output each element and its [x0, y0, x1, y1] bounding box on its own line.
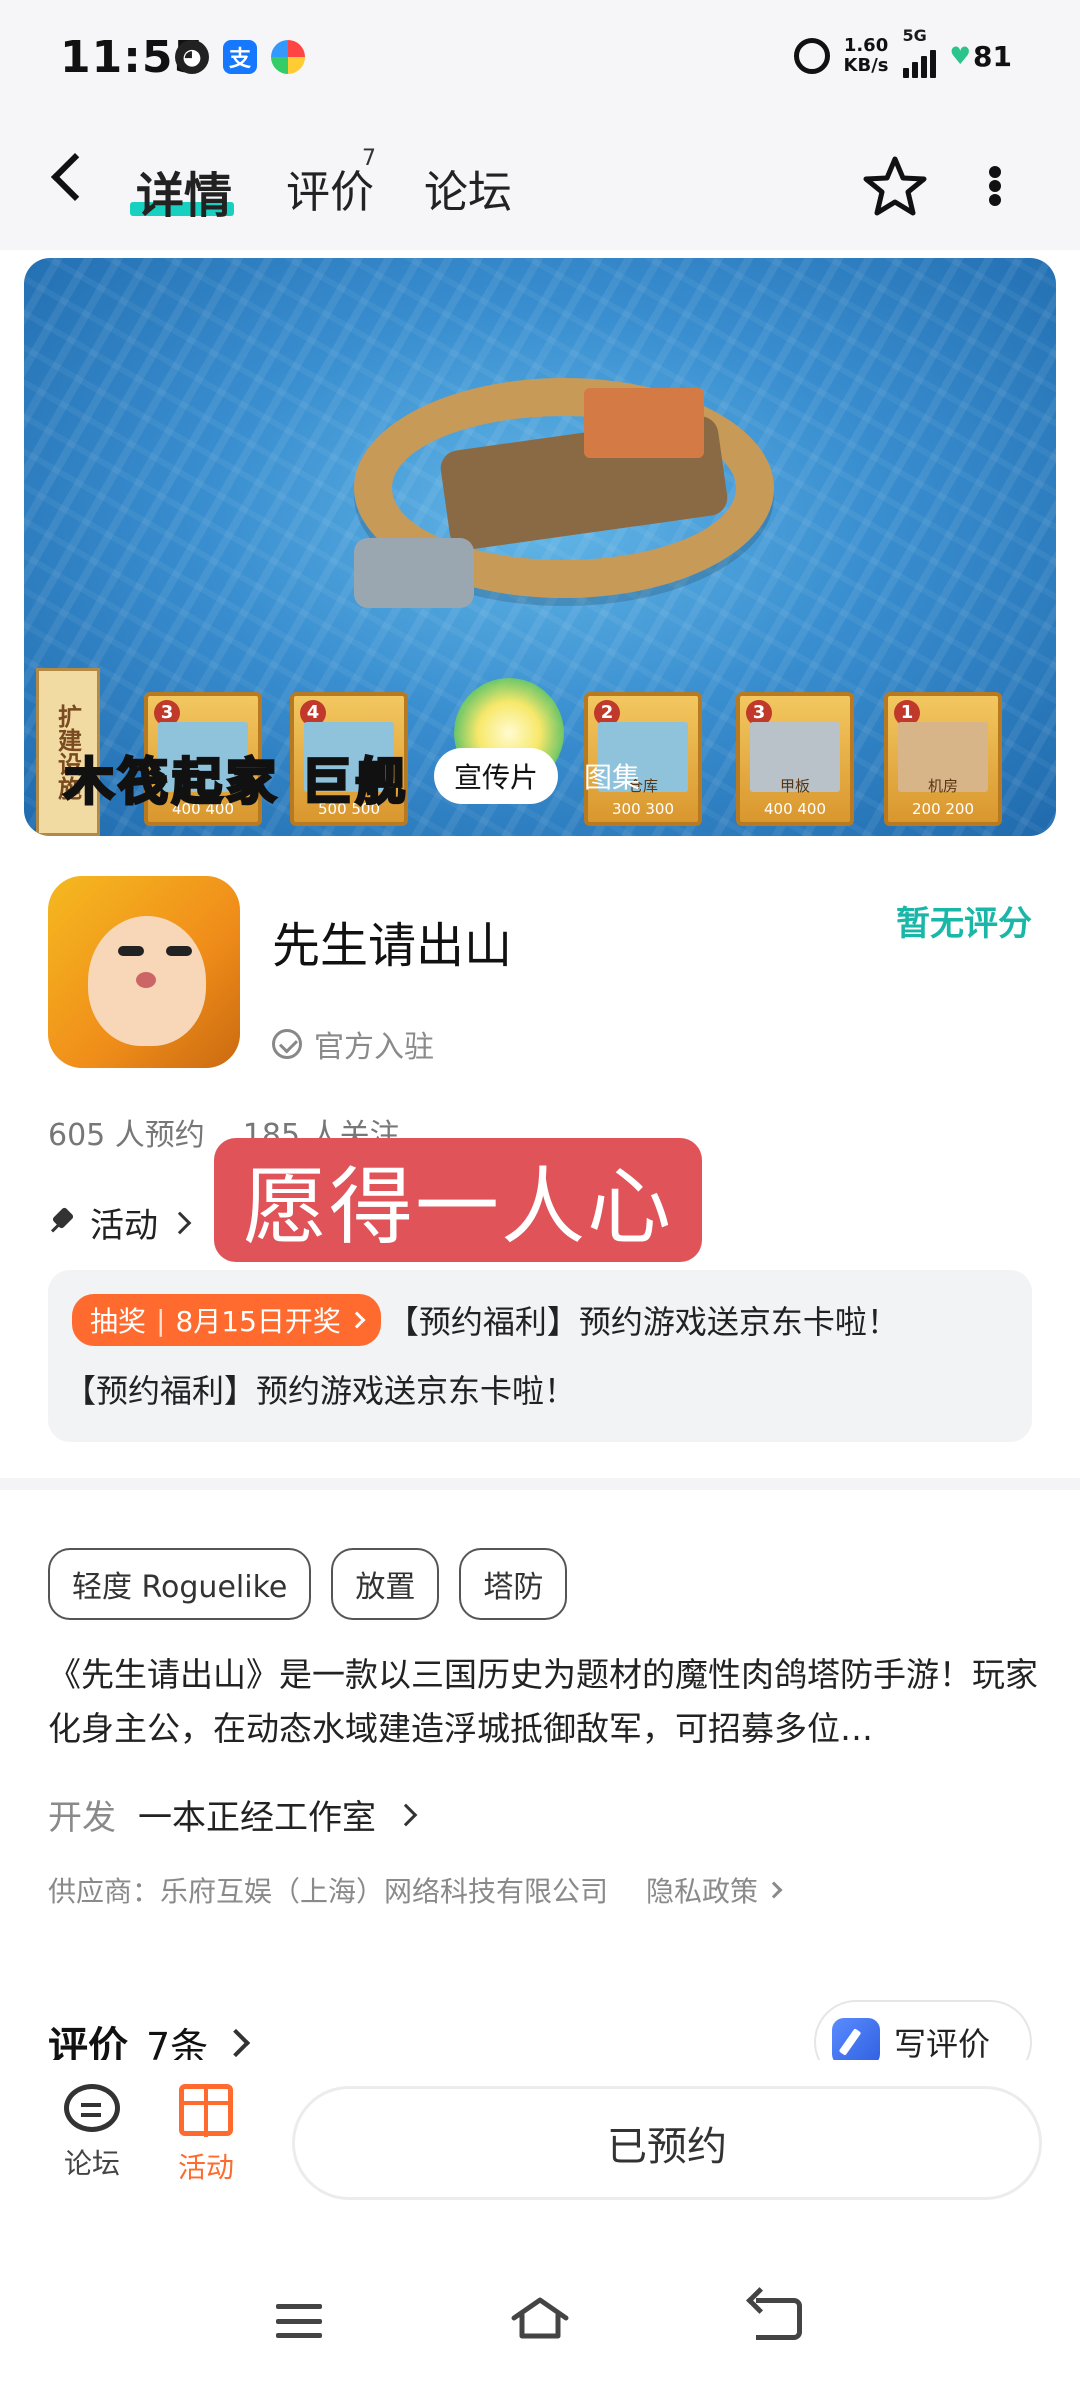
home-icon[interactable] — [510, 2296, 570, 2340]
chevron-right-icon — [765, 1881, 783, 1899]
official-badge: 官方入驻 — [272, 1022, 434, 1066]
card-label: 机房 — [927, 777, 958, 795]
rating-status: 暂无评分 — [896, 904, 1032, 944]
building-card: 3 400 400 甲板 — [736, 692, 854, 826]
chevron-right-icon — [222, 2028, 251, 2058]
promo-line-1: 抽奖 | 8月15日开奖 【预约福利】预约游戏送京东卡啦！ — [72, 1294, 899, 1346]
privacy-policy-link[interactable]: 隐私政策 — [646, 1870, 783, 1910]
chevron-right-icon — [168, 1211, 192, 1234]
app-icon-eye — [118, 946, 144, 956]
media-toggle: 宣传片 图集 — [434, 748, 640, 804]
developer-name: 一本正经工作室 — [138, 1798, 376, 1838]
hero-caption-text: 筏起家 巨舰 — [116, 752, 410, 813]
status-bar: 11:55 ◕ 支 1.60 KB/s 5G ♥ 81 — [0, 0, 1080, 110]
promo-title: 【预约福利】预约游戏送京东卡啦！ — [386, 1303, 899, 1341]
tag-idle[interactable]: 放置 — [331, 1548, 440, 1620]
developer-label: 开发 — [48, 1798, 116, 1838]
net-speed-value: 1.60 — [843, 35, 889, 56]
recent-apps-icon[interactable] — [276, 2304, 322, 2338]
hero-media[interactable]: 扩建设施 3 400 400 4 500 500 2 300 300 仓库 3 … — [24, 258, 1056, 836]
system-nav-bar — [0, 2260, 1080, 2400]
section-divider — [0, 1478, 1080, 1490]
card-cost: 400 400 — [763, 800, 827, 818]
forum-label: 论坛 — [63, 2147, 120, 2180]
trailer-tab[interactable]: 宣传片 — [434, 748, 559, 804]
lottery-tag[interactable]: 抽奖 | 8月15日开奖 — [72, 1294, 381, 1346]
gift-icon — [179, 2084, 233, 2137]
overlay-text-banner: 愿得一人心 — [214, 1138, 702, 1262]
reserved-button[interactable]: 已预约 — [292, 2086, 1042, 2200]
battery-heart-icon: ♥ — [949, 42, 972, 70]
supplier-text: 供应商：乐府互娱（上海）网络科技有限公司 — [48, 1875, 609, 1908]
activity-button[interactable]: 活动 — [156, 2084, 256, 2186]
lottery-date: 8月15日开奖 — [175, 1305, 341, 1338]
notification-icons: ◕ 支 — [175, 40, 305, 74]
tab-reviews[interactable]: 评价 — [286, 156, 374, 220]
activity-tab-label: 活动 — [177, 2151, 234, 2184]
privacy-policy-label: 隐私政策 — [646, 1875, 759, 1908]
network-type: 5G — [902, 26, 927, 45]
card-cost: 200 200 — [911, 800, 975, 818]
tag-list: 轻度 Roguelike 放置 塔防 — [48, 1548, 568, 1620]
lottery-tag-separator: | — [156, 1303, 166, 1337]
tab-details[interactable]: 详情 — [136, 156, 232, 226]
app-notification-icon — [271, 40, 305, 74]
app-description[interactable]: 《先生请出山》是一款以三国历史为题材的魔性肉鸽塔防手游！玩家化身主公，在动态水域… — [48, 1648, 1038, 1756]
back-nav-icon[interactable] — [756, 2298, 802, 2340]
app-icon-nose — [136, 972, 156, 988]
gallery-tab[interactable]: 图集 — [584, 756, 640, 796]
raft-house-graphic — [584, 388, 704, 458]
hero-caption-red: 木 — [63, 752, 118, 813]
favorite-star-icon[interactable] — [862, 154, 928, 220]
promo-card[interactable]: 抽奖 | 8月15日开奖 【预约福利】预约游戏送京东卡啦！ 【预约福利】预约游戏… — [48, 1270, 1032, 1442]
write-review-icon — [832, 2018, 880, 2066]
hero-caption: 木筏起家 巨舰 — [63, 742, 410, 814]
tag-roguelike[interactable]: 轻度 Roguelike — [48, 1548, 312, 1620]
promo-line-2: 【预约福利】预约游戏送京东卡啦！ — [64, 1372, 577, 1410]
reservation-count: 605 人预约 — [48, 1118, 205, 1153]
app-icon-eye — [166, 946, 192, 956]
alipay-notification-icon: 支 — [223, 40, 257, 74]
status-right: 1.60 KB/s 5G ♥ 81 — [793, 26, 1012, 78]
forum-icon — [64, 2084, 120, 2132]
qq-notification-icon: ◕ — [175, 40, 209, 74]
chevron-right-icon — [348, 1311, 366, 1329]
supplier-row: 供应商：乐府互娱（上海）网络科技有限公司 隐私政策 — [48, 1870, 783, 1910]
battery-level: 81 — [973, 39, 1012, 73]
signal-icon — [902, 44, 936, 78]
bottom-action-bar: 论坛 活动 已预约 — [0, 2060, 1080, 2240]
chevron-right-icon — [394, 1803, 418, 1826]
pin-icon — [48, 1209, 76, 1237]
app-icon — [48, 876, 240, 1068]
lottery-tag-label: 抽奖 — [90, 1305, 147, 1338]
reviews-count-badge: 7 — [362, 146, 376, 171]
app-name: 先生请出山 — [272, 918, 513, 974]
battery-indicator: ♥ 81 — [950, 40, 1012, 73]
activity-label: 活动 — [90, 1206, 158, 1246]
activity-link[interactable]: 活动 — [48, 1198, 192, 1247]
more-options-icon[interactable] — [988, 166, 1002, 206]
write-review-label: 写评价 — [894, 2025, 991, 2063]
back-icon[interactable] — [50, 152, 100, 202]
building-card: 1 200 200 机房 — [884, 692, 1002, 826]
alarm-icon — [793, 38, 830, 74]
signal-group: 5G — [902, 26, 936, 78]
forum-button[interactable]: 论坛 — [42, 2084, 142, 2182]
net-speed: 1.60 KB/s — [844, 36, 889, 76]
official-label: 官方入驻 — [314, 1030, 434, 1065]
net-speed-unit: KB/s — [843, 55, 889, 76]
raft-engine-graphic — [354, 538, 474, 608]
tab-forum[interactable]: 论坛 — [424, 156, 512, 220]
developer-row[interactable]: 开发 一本正经工作室 — [48, 1790, 418, 1839]
top-nav: 详情 评价 7 论坛 — [0, 110, 1080, 250]
tag-tower-defense[interactable]: 塔防 — [459, 1548, 568, 1620]
card-label: 甲板 — [779, 777, 810, 795]
verified-check-icon — [272, 1029, 302, 1059]
